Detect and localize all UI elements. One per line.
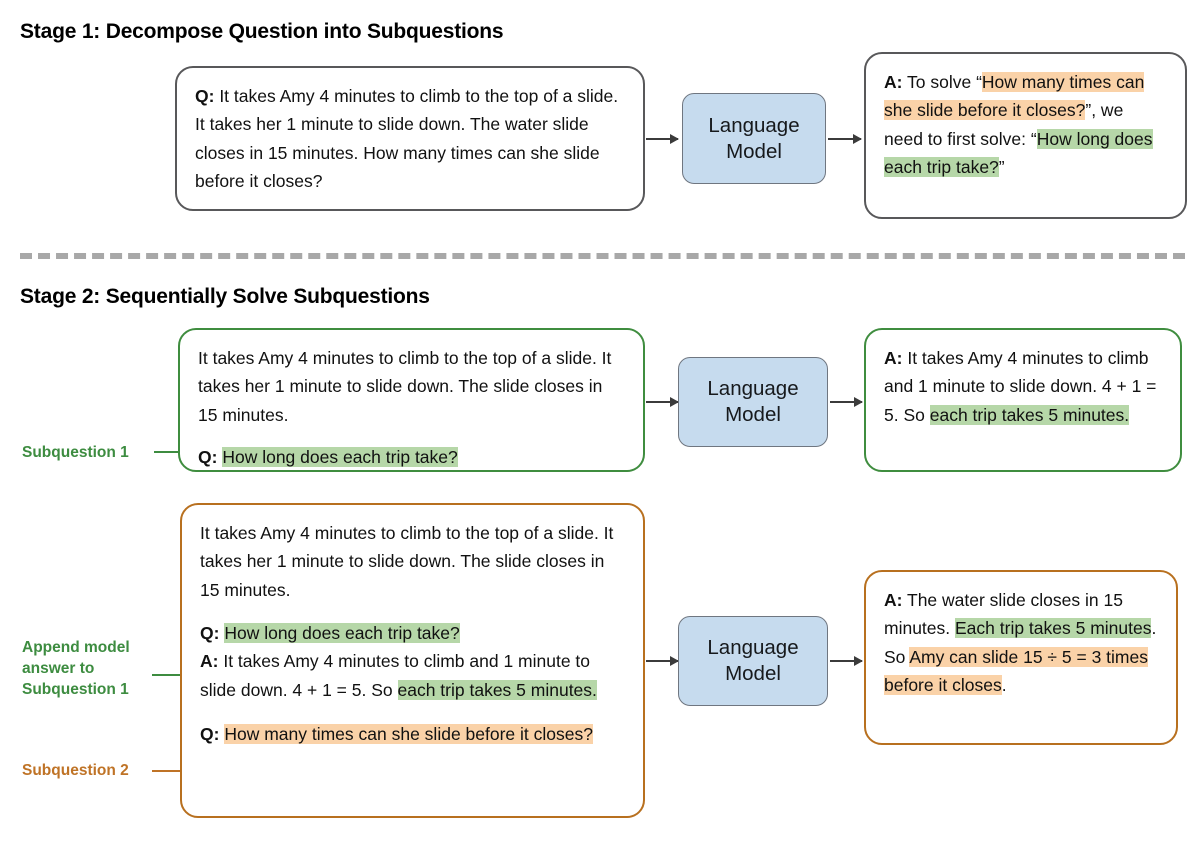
stage2-row1-prompt-card: It takes Amy 4 minutes to climb to the t… — [178, 328, 645, 472]
annotation-append-line2: answer to — [22, 659, 95, 677]
arrow-s1-model-to-answer — [828, 134, 862, 144]
annotation-subquestion-2: Subquestion 2 — [22, 762, 129, 779]
row2-answer-highlight-green: Each trip takes 5 minutes — [955, 618, 1152, 639]
lm-label-line2: Model — [726, 139, 782, 163]
answer-label: A: — [884, 72, 903, 92]
stage2-row2-answer-card: A: The water slide closes in 15 minutes.… — [864, 570, 1178, 745]
lm-label-line2: Model — [725, 662, 781, 685]
stage2-row2-language-model-box: Language Model — [678, 616, 828, 706]
annotation-append-line1: Append model — [22, 639, 130, 656]
arrow-s2r1-prompt-to-model — [646, 397, 679, 407]
row1-q-label: Q: — [198, 447, 218, 468]
stage-1-title: Stage 1: Decompose Question into Subques… — [20, 20, 504, 43]
row2-answer-part3: . — [1001, 675, 1007, 696]
answer-text-part1: To solve “ — [902, 72, 982, 92]
arrow-s2r1-model-to-answer — [830, 397, 863, 407]
arrow-s2r2-model-to-answer — [830, 656, 863, 666]
annotation-append-line3: Subquestion 1 — [22, 680, 129, 698]
row2-q1-text: How long does each trip take? — [224, 623, 460, 644]
lm-label-line1: Language — [707, 636, 799, 660]
arrow-s1-question-to-model — [646, 134, 679, 144]
stage1-answer-card: A: To solve “How many times can she slid… — [864, 52, 1187, 219]
row1-answer-label: A: — [884, 348, 903, 368]
stage2-row2-prompt-card: It takes Amy 4 minutes to climb to the t… — [180, 503, 645, 818]
row2-answer-label: A: — [884, 590, 903, 610]
row1-context-text: It takes Amy 4 minutes to climb to the t… — [198, 348, 612, 425]
annotation-append-model-answer: Append model answer to Subquestion 1 — [22, 638, 130, 701]
stage2-row1-answer-card: A: It takes Amy 4 minutes to climb and 1… — [864, 328, 1182, 472]
row1-answer-highlight-green: each trip takes 5 minutes. — [929, 404, 1130, 425]
question-label: Q: — [195, 86, 215, 106]
lm-label-line2: Model — [725, 403, 781, 426]
lm-label-line1: Language — [707, 377, 799, 401]
answer-text-part3: ” — [998, 157, 1005, 178]
stage1-language-model-box: Language Model — [682, 93, 826, 184]
row1-q-text: How long does each trip take? — [222, 447, 458, 468]
row2-a1-label: A: — [200, 651, 219, 672]
row2-q2-text: How many times can she slide before it c… — [224, 724, 593, 745]
arrow-s2r2-prompt-to-model — [646, 656, 679, 666]
stage-2-title: Stage 2: Sequentially Solve Subquestions — [20, 285, 430, 308]
stage1-question-card: Q: It takes Amy 4 minutes to climb to th… — [175, 66, 645, 211]
row2-a1-highlight-green: each trip takes 5 minutes. — [397, 679, 597, 700]
row2-context-text: It takes Amy 4 minutes to climb to the t… — [200, 523, 614, 600]
lm-label-line1: Language — [708, 113, 800, 137]
stage2-row1-language-model-box: Language Model — [678, 357, 828, 447]
stage-divider — [20, 253, 1185, 259]
row2-answer-highlight-orange: Amy can slide 15 ÷ 5 = 3 times before it… — [884, 646, 1148, 696]
question-text: It takes Amy 4 minutes to climb to the t… — [195, 86, 619, 192]
row2-q2-label: Q: — [200, 724, 220, 745]
row2-q1-label: Q: — [200, 623, 220, 644]
annotation-subquestion-1: Subquestion 1 — [22, 444, 129, 461]
